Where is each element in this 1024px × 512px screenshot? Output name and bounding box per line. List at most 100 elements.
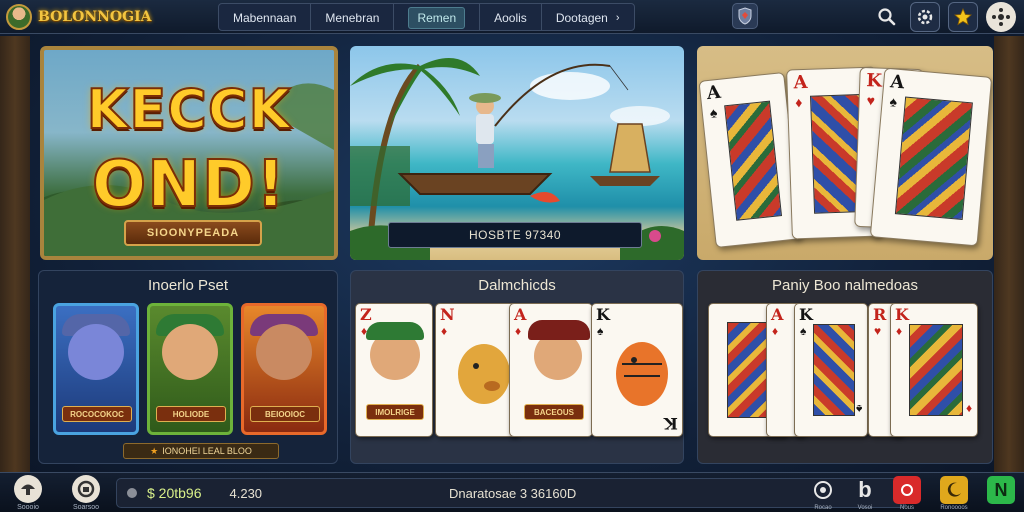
card-game-panel[interactable]: A ♠ A ♦ K ♥ A ♠ [697,46,993,260]
card-plaque: IMOLRIGE [366,404,424,420]
tab-1[interactable]: Mabennaan [219,3,312,30]
card-suit: ♠ [889,93,898,110]
n-icon: N [987,476,1015,504]
bottom-right-button-5[interactable]: N [984,476,1018,504]
bottom-right-label: Nous [899,505,914,511]
character-card[interactable]: BEIOOIOC [241,303,327,435]
card-suit: ♥ [874,324,882,338]
card-suit-bottom: ♠ [855,402,862,416]
target-icon [809,476,837,504]
hat-art [366,322,424,340]
mushroom-icon [14,475,42,503]
bottom-bar: Soooio Soarsoo $ 20tb96 4.230 Dnaratosae… [0,472,1024,512]
tab-label: Mabennaan [233,10,297,25]
hat-art [528,320,590,340]
star-icon: ★ [150,445,159,456]
card-suit: ♦ [515,324,522,338]
tab-4[interactable]: Aoolis [480,3,542,30]
secondary-balance: 4.230 [229,485,263,501]
bottom-button-label: Soooio [17,504,39,511]
card-rank: A [793,71,808,94]
top-icons [872,2,1016,32]
nav-tabs: Mabennaan Menebran Remen Aoolis Dootagen… [218,2,635,31]
settings-wheel-icon[interactable] [986,2,1016,32]
card-suit: ♦ [794,94,803,111]
card-suit: ♠ [800,324,807,338]
hero-plaque: SIOONYPEADA [124,220,262,246]
card-rank: A [705,81,722,105]
card-rank: A [514,305,527,324]
section-title: Inoerlo Pset [147,277,229,294]
card-rank: K [895,305,909,324]
bottom-right-button-3[interactable]: Nous [890,476,924,511]
character-card[interactable]: HOLIODE [147,303,233,435]
tab-label: Dootagen [555,10,608,25]
tab-5[interactable]: Dootagen › [542,4,634,30]
fishing-game-panel[interactable]: HOSBTE 97340 [350,46,684,260]
tab-3-active[interactable]: Remen [394,3,481,30]
bottom-button-label: Soarsoo [72,504,100,511]
hero-title-line2: OND! [91,147,287,223]
section-deck: Dalmchicds Z ♦ IMOLRIGE N ♦ A ♦ BACEOUS … [350,270,684,464]
card-suit: ♦ [772,324,779,338]
coin-icon [72,475,100,503]
tab-2[interactable]: Menebran [311,3,395,30]
shield-icon[interactable] [732,3,758,29]
tiger-icon [616,342,668,406]
character-card[interactable]: ROCOCOKOC [53,303,139,435]
playing-card[interactable]: Z ♦ IMOLRIGE [355,303,433,437]
card-rank: K [865,70,883,92]
playing-card[interactable]: K ♦ ♦ [890,303,978,437]
card-face-art [909,324,963,416]
star-icon[interactable] [948,2,978,32]
bottom-right-buttons: Rocao b Vosoi Nous Ronoooos N [806,476,1018,511]
logo[interactable]: BOLONNOGIA [0,3,210,30]
playing-card[interactable]: K ♠ K [591,303,683,437]
status-dot-icon [127,488,137,498]
card-suit: ♠ [709,104,719,121]
top-bar: BOLONNOGIA Mabennaan Menebran Remen Aool… [0,0,1024,34]
card-plaque: ROCOCOKOC [62,406,132,422]
card-plaque: BEIOOIOC [250,406,320,422]
right-vine-decoration [994,36,1024,472]
bottom-right-label: Vosoi [857,505,873,511]
hero-title-line1: KECCK [86,77,292,142]
logo-avatar [6,3,32,30]
fishing-score-bar: HOSBTE 97340 [388,222,642,248]
bottom-right-button-2[interactable]: b Vosoi [848,476,882,511]
bottom-button-2[interactable]: Soarsoo [64,475,108,511]
tab-label: Aoolis [494,10,527,25]
playing-card: A ♠ [869,67,993,247]
tab-label: Menebran [325,10,380,25]
status-bar: $ 20tb96 4.230 Dnaratosae 3 36160D [116,478,906,508]
card-rank: A [771,305,784,324]
section-title: Paniy Boo nalmedoas [772,277,918,294]
b-icon: b [858,477,872,502]
section-note: ★ IONOHEI LEAL BLOO [123,443,279,459]
bottom-right-label: Ronoooos [940,505,968,511]
bottom-left-buttons: Soooio Soarsoo [6,475,108,511]
left-vine-decoration [0,36,30,472]
playing-card[interactable]: N ♦ [435,303,519,437]
card-plaque: HOLIODE [156,406,226,422]
search-icon[interactable] [872,2,902,32]
status-text: Dnaratosae 3 36160D [449,485,577,501]
bottom-right-button-4[interactable]: Ronoooos [932,476,976,511]
tab-label: Remen [408,6,466,29]
bottom-right-button-1[interactable]: Rocao [806,476,840,511]
section-note-text: IONOHEI LEAL BLOO [162,446,252,456]
chevron-right-icon: › [615,11,620,24]
hero-banner[interactable]: KECCK OND! SIOONYPEADA [40,46,338,260]
playing-card[interactable]: K ♠ ♠ [794,303,868,437]
card-suit: ♥ [866,92,876,109]
card-rank: R [873,305,887,324]
card-plaque: BACEOUS [524,404,584,420]
card-face-art [894,96,973,220]
bottom-right-label: Rocao [814,505,832,511]
card-suit: ♦ [896,324,903,338]
playing-card[interactable]: A ♦ BACEOUS [509,303,593,437]
card-suit-bottom: ♦ [965,402,972,416]
bottom-button-1[interactable]: Soooio [6,475,50,511]
gear-icon[interactable] [910,2,940,32]
card-face-art [724,100,783,221]
